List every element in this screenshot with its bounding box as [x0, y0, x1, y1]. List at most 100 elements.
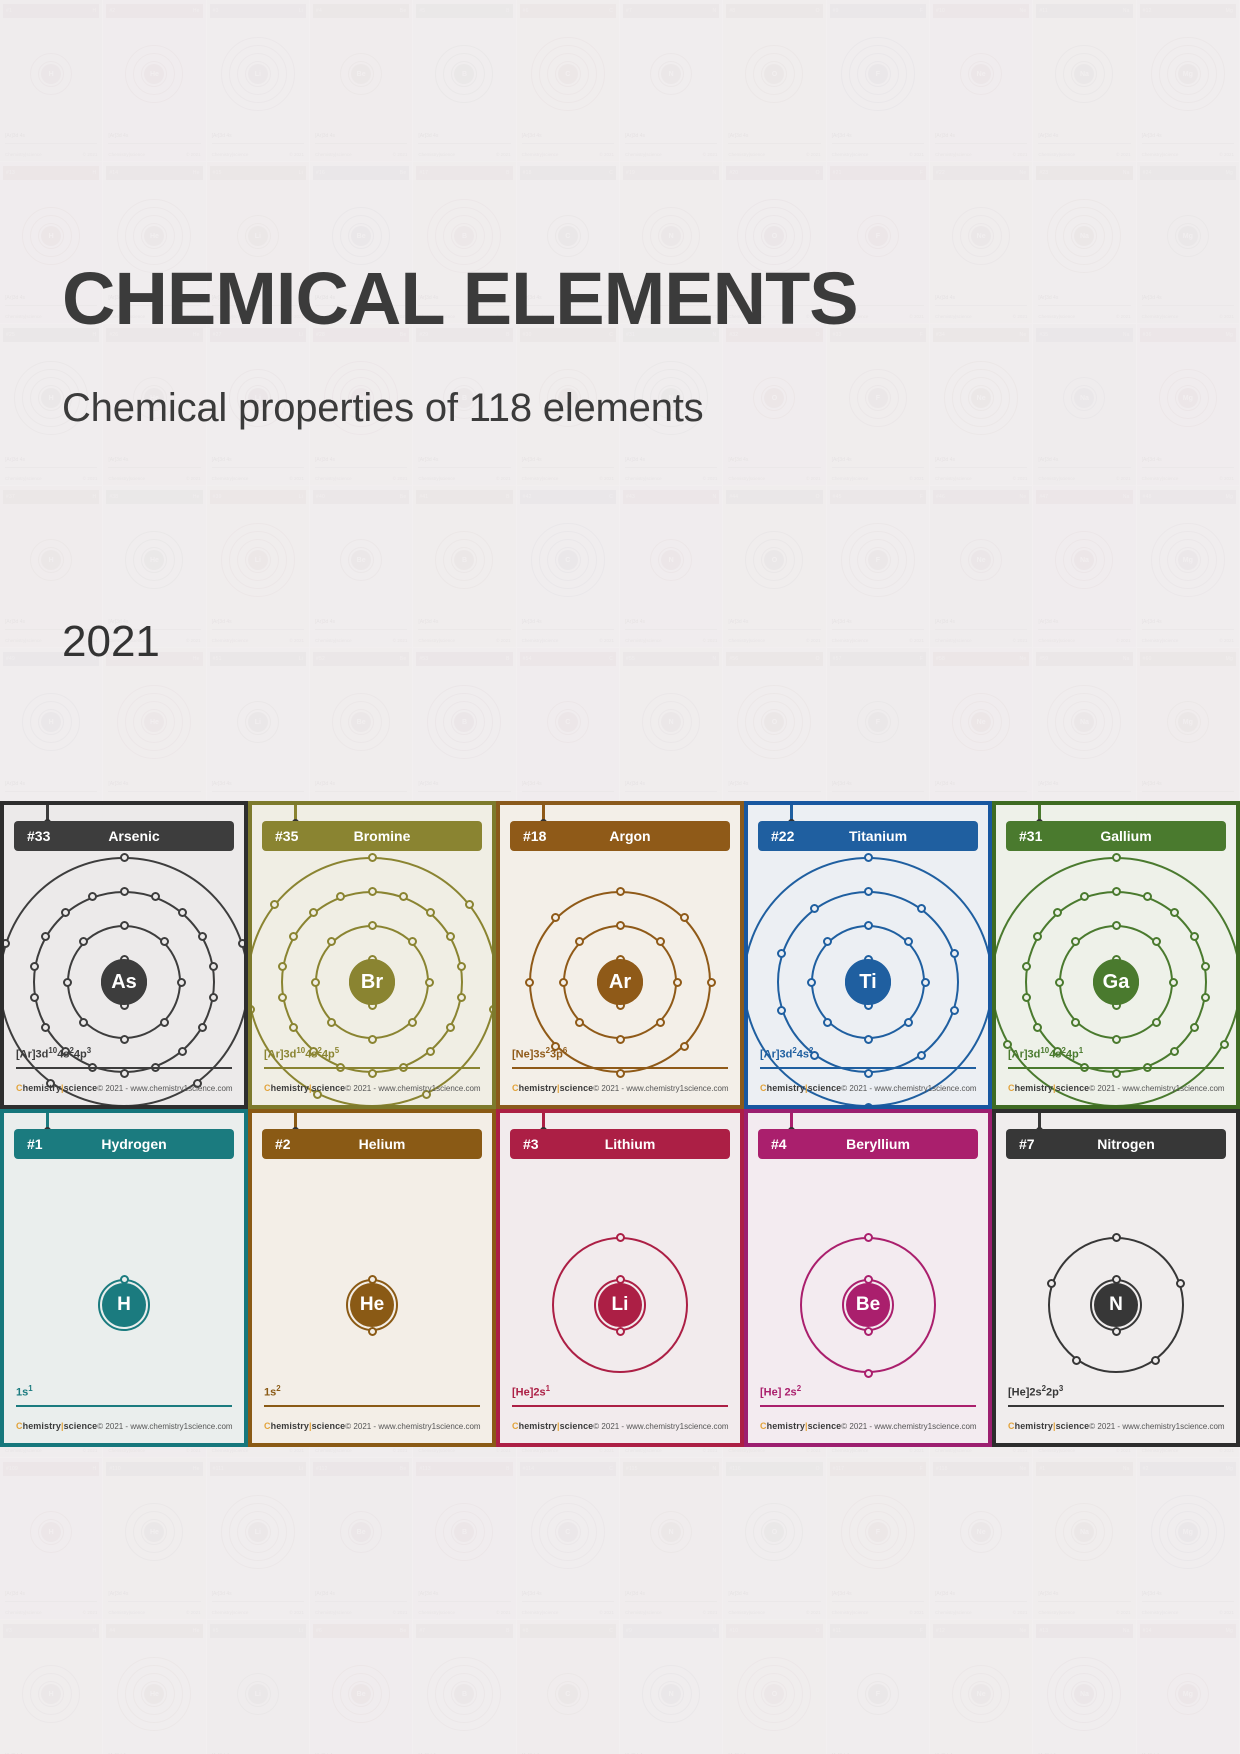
element-atomic-number: #7 — [1019, 1136, 1035, 1152]
element-atomic-number: #31 — [1019, 828, 1043, 844]
element-card[interactable]: #4 Beryllium Be [He] 2s2 Chemistry|science © … — [744, 1109, 992, 1447]
atom-diagram-area: H — [4, 1167, 244, 1443]
element-card-footer: Chemistry|science © 2021 - www.chemistry1… — [512, 1421, 729, 1431]
element-card-header: #18 Argon — [510, 821, 730, 851]
page-subtitle: Chemical properties of 118 elements — [62, 386, 704, 430]
atom-shell-diagram: Be — [788, 1225, 948, 1385]
element-card-footer: Chemistry|science © 2021 - www.chemistry1… — [16, 1083, 233, 1093]
footer-divider — [1008, 1405, 1224, 1407]
element-atomic-number: #35 — [275, 828, 299, 844]
element-card-footer: Chemistry|science © 2021 - www.chemistry1… — [1008, 1421, 1225, 1431]
electron-configuration: [Ne]3s23p6 — [512, 1046, 568, 1061]
electron-dot — [679, 1041, 689, 1051]
element-name: Bromine — [353, 828, 411, 844]
title-block: CHEMICAL ELEMENTS Chemical properties of… — [62, 257, 859, 431]
atom-shell-diagram: H — [86, 1267, 162, 1343]
copyright-notice: © 2021 - www.chemistry1science.com — [345, 1083, 481, 1093]
electron-configuration: [He]2s22p3 — [1008, 1384, 1064, 1399]
element-card[interactable]: #3 Lithium Li [He]2s1 Chemistry|science © 202… — [496, 1109, 744, 1447]
element-card[interactable]: #22 Titanium Ti [Ar]3d24s2 Chemistry|science… — [744, 801, 992, 1109]
element-symbol: H — [102, 1283, 146, 1327]
element-card[interactable]: #7 Nitrogen N [He]2s22p3 Chemistry|science © … — [992, 1109, 1240, 1447]
element-card-footer: Chemistry|science © 2021 - www.chemistry1… — [264, 1083, 481, 1093]
copyright-notice: © 2021 - www.chemistry1science.com — [841, 1421, 977, 1431]
element-atomic-number: #18 — [523, 828, 547, 844]
brand-logo: Chemistry|science — [512, 1083, 594, 1093]
element-card-tab-area: #7 Nitrogen — [996, 1113, 1236, 1167]
element-card[interactable]: #2 Helium He 1s2 Chemistry|science © 2021 - w… — [248, 1109, 496, 1447]
element-card[interactable]: #31 Gallium Ga [Ar]3d104s24p1 Chemistry|scie… — [992, 801, 1240, 1109]
copyright-notice: © 2021 - www.chemistry1science.com — [593, 1083, 729, 1093]
element-symbol: Ti — [845, 959, 891, 1005]
electron-dot — [863, 1368, 873, 1378]
atom-shell-diagram: N — [1036, 1225, 1196, 1385]
electron-dot — [524, 977, 534, 987]
footer-divider — [512, 1067, 728, 1069]
footer-divider — [760, 1067, 976, 1069]
element-card-tab-area: #1 Hydrogen — [4, 1113, 244, 1167]
brand-logo: Chemistry|science — [16, 1421, 98, 1431]
element-symbol: Li — [598, 1283, 642, 1327]
element-name: Nitrogen — [1097, 1136, 1155, 1152]
electron-configuration: 1s2 — [264, 1384, 281, 1399]
electron-dot — [269, 899, 279, 909]
footer-divider — [264, 1067, 480, 1069]
electron-dot — [863, 1232, 873, 1242]
footer-divider — [264, 1405, 480, 1407]
electron-dot — [615, 886, 625, 896]
element-card[interactable]: #18 Argon Ar [Ne]3s23p6 Chemistry|science © 2… — [496, 801, 744, 1109]
copyright-notice: © 2021 - www.chemistry1science.com — [345, 1421, 481, 1431]
electron-dot — [1111, 852, 1121, 862]
element-card[interactable]: #35 Bromine Br [Ar]3d104s24p5 Chemistry|scie… — [248, 801, 496, 1109]
footer-divider — [16, 1405, 232, 1407]
electron-dot — [119, 852, 129, 862]
element-symbol: Ar — [597, 959, 643, 1005]
electron-configuration: [Ar]3d104s24p1 — [1008, 1046, 1084, 1061]
element-card-tab-area: #18 Argon — [500, 805, 740, 859]
brand-logo: Chemistry|science — [512, 1421, 594, 1431]
atom-shell-diagram: Li — [540, 1225, 700, 1385]
brand-logo: Chemistry|science — [264, 1421, 346, 1431]
element-cards-grid: #33 Arsenic As [Ar]3d104s24p3 Chemistry|scie… — [0, 801, 1240, 1447]
element-card-footer: Chemistry|science © 2021 - www.chemistry1… — [512, 1083, 729, 1093]
electron-dot — [679, 913, 689, 923]
element-name: Beryllium — [846, 1136, 910, 1152]
brand-logo: Chemistry|science — [16, 1083, 98, 1093]
element-symbol: Be — [846, 1283, 890, 1327]
poster-year: 2021 — [62, 617, 160, 666]
element-name: Gallium — [1100, 828, 1152, 844]
element-card[interactable]: #1 Hydrogen H 1s1 Chemistry|science © 2021 - … — [0, 1109, 248, 1447]
element-name: Helium — [358, 1136, 406, 1152]
element-card-footer: Chemistry|science © 2021 - www.chemistry1… — [760, 1083, 977, 1093]
element-card-header: #4 Beryllium — [758, 1129, 978, 1159]
element-card-footer: Chemistry|science © 2021 - www.chemistry1… — [1008, 1083, 1225, 1093]
element-atomic-number: #3 — [523, 1136, 539, 1152]
element-card-tab-area: #4 Beryllium — [748, 1113, 988, 1167]
element-card[interactable]: #33 Arsenic As [Ar]3d104s24p3 Chemistry|scie… — [0, 801, 248, 1109]
atom-shell-diagram: Ga — [996, 845, 1236, 1105]
element-atomic-number: #33 — [27, 828, 51, 844]
element-card-tab-area: #2 Helium — [252, 1113, 492, 1167]
element-card-header: #3 Lithium — [510, 1129, 730, 1159]
atom-shell-diagram: Ti — [748, 845, 988, 1105]
electron-dot — [1071, 1355, 1081, 1365]
element-symbol: He — [350, 1283, 394, 1327]
page-title: CHEMICAL ELEMENTS — [62, 257, 859, 340]
element-card-footer: Chemistry|science © 2021 - www.chemistry1… — [264, 1421, 481, 1431]
element-card-footer: Chemistry|science © 2021 - www.chemistry1… — [760, 1421, 977, 1431]
element-symbol: Ga — [1093, 959, 1139, 1005]
electron-configuration: [Ar]3d104s24p3 — [16, 1046, 92, 1061]
copyright-notice: © 2021 - www.chemistry1science.com — [593, 1421, 729, 1431]
electron-dot — [4, 938, 10, 948]
electron-dot — [615, 1068, 625, 1078]
poster-page: #1HH[Ar]3d 4sChemistry|science© 2021#2He… — [0, 0, 1240, 1754]
footer-divider — [512, 1405, 728, 1407]
atom-shell-diagram: Br — [252, 845, 492, 1105]
electron-dot — [863, 852, 873, 862]
electron-dot — [615, 1232, 625, 1242]
brand-logo: Chemistry|science — [264, 1083, 346, 1093]
atom-shell-diagram: He — [334, 1267, 410, 1343]
element-name: Argon — [609, 828, 651, 844]
brand-logo: Chemistry|science — [760, 1421, 842, 1431]
element-card-header: #2 Helium — [262, 1129, 482, 1159]
